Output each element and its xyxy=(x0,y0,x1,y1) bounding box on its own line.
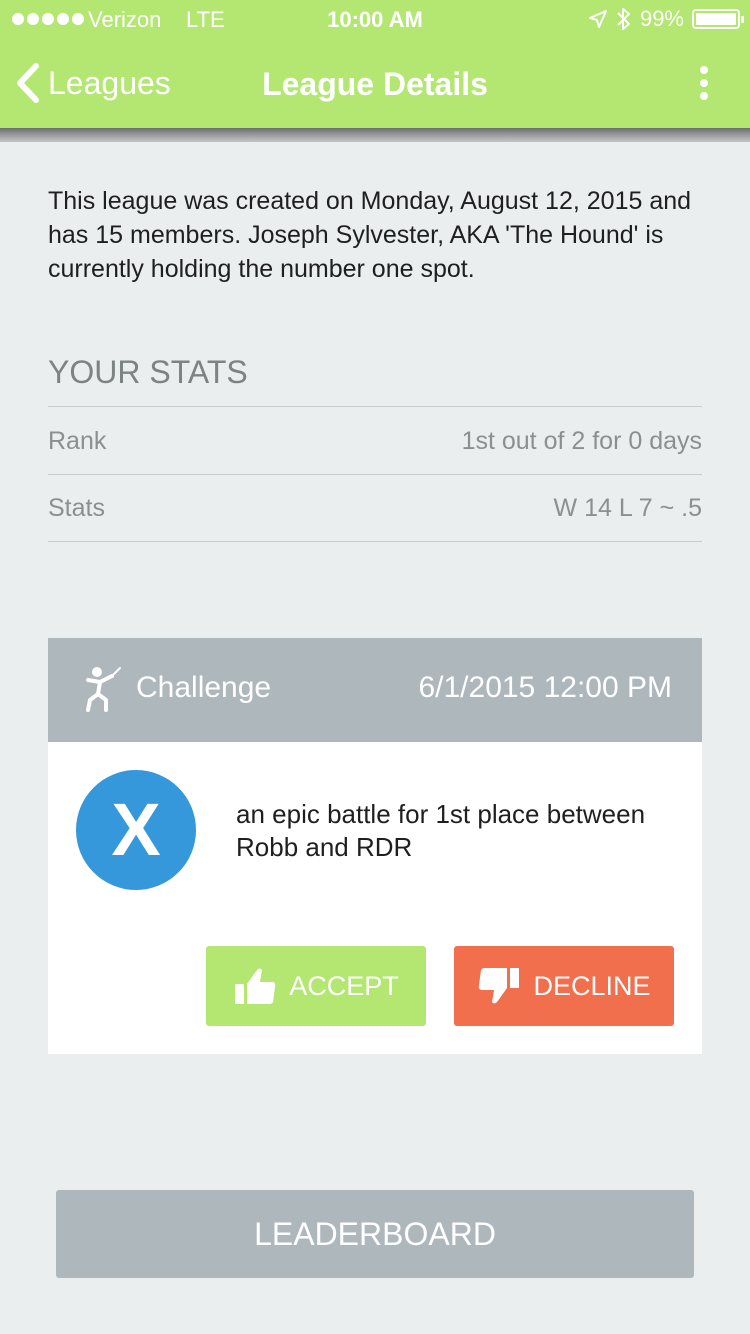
avatar-letter: X xyxy=(111,788,161,871)
thumbs-up-icon xyxy=(235,968,276,1004)
fencer-icon xyxy=(86,667,121,712)
challenge-date: 6/1/2015 12:00 PM xyxy=(418,671,672,704)
stat-label: Stats xyxy=(48,493,105,522)
challenge-label: Challenge xyxy=(136,671,272,704)
leaderboard-button[interactable]: LEADERBOARD xyxy=(56,1190,694,1278)
battery-icon xyxy=(692,9,744,29)
decline-button[interactable]: DECLINE xyxy=(454,946,674,1026)
more-options-icon[interactable] xyxy=(698,66,710,100)
stat-value: 1st out of 2 for 0 days xyxy=(461,426,702,455)
page-title: League Details xyxy=(262,66,488,102)
accept-label: ACCEPT xyxy=(289,970,399,1001)
header-banner-image xyxy=(0,128,750,142)
thumbs-down-icon xyxy=(479,968,520,1004)
stat-row-rank: Rank 1st out of 2 for 0 days xyxy=(48,408,702,474)
nav-bar: Leagues League Details xyxy=(0,48,750,120)
accept-button[interactable]: ACCEPT xyxy=(206,946,426,1026)
stat-label: Rank xyxy=(48,426,107,455)
your-stats-heading: YOUR STATS xyxy=(48,354,248,390)
challenge-description: an epic battle for 1st place between Rob… xyxy=(236,799,646,862)
status-bar: Verizon LTE 10:00 AM 99% xyxy=(0,0,750,40)
stat-row-stats: Stats W 14 L 7 ~ .5 xyxy=(48,475,702,541)
avatar: X xyxy=(76,770,196,890)
bluetooth-icon xyxy=(617,8,630,30)
challenge-header: Challenge 6/1/2015 12:00 PM xyxy=(48,638,702,742)
location-icon xyxy=(588,10,607,28)
challenge-card: Challenge 6/1/2015 12:00 PM X an epic ba… xyxy=(48,638,702,1054)
league-description: This league was created on Monday, Augus… xyxy=(48,187,692,283)
divider xyxy=(48,541,702,542)
status-right: 99% xyxy=(588,6,744,32)
decline-label: DECLINE xyxy=(533,970,651,1001)
divider xyxy=(48,406,702,407)
stat-value: W 14 L 7 ~ .5 xyxy=(553,493,702,522)
battery-percent: 99% xyxy=(639,6,684,31)
